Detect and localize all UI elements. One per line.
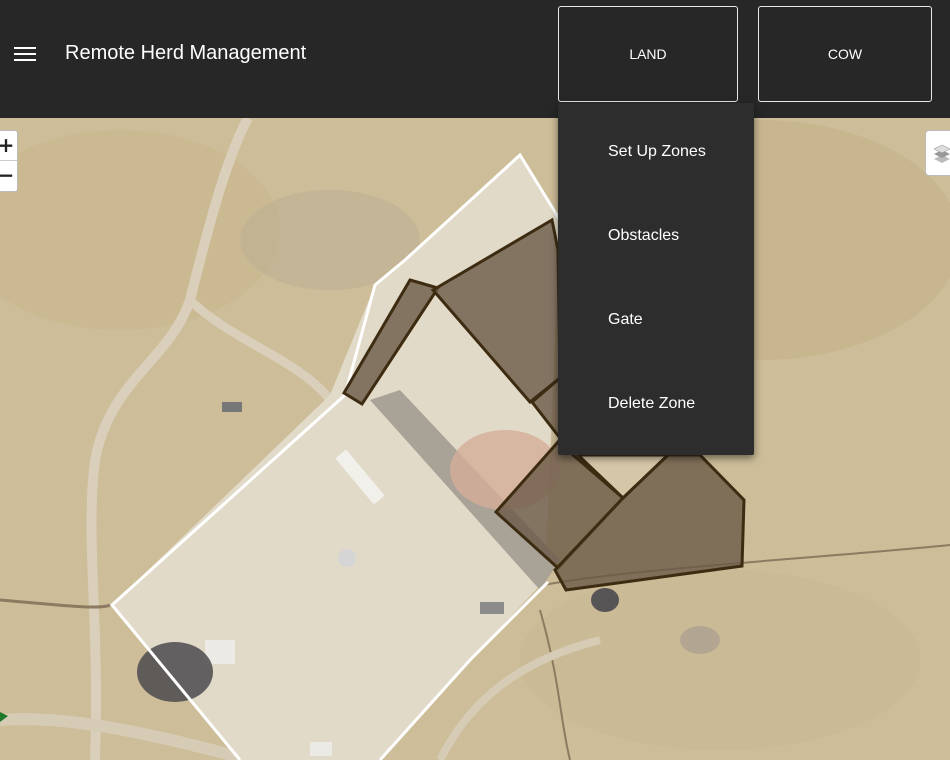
map-canvas[interactable] xyxy=(0,118,950,760)
building xyxy=(222,402,242,412)
zoom-control: + − xyxy=(0,130,18,192)
tree xyxy=(591,588,619,612)
menu-item-set-up-zones[interactable]: Set Up Zones xyxy=(608,143,706,161)
hamburger-menu-icon[interactable] xyxy=(14,44,36,64)
land-button[interactable]: LAND xyxy=(558,6,738,102)
layers-icon xyxy=(933,144,950,163)
water-tank xyxy=(338,549,356,567)
app-title: Remote Herd Management xyxy=(65,42,307,64)
menu-item-gate[interactable]: Gate xyxy=(608,311,643,329)
zoom-out-button[interactable]: − xyxy=(0,161,17,190)
building xyxy=(480,602,504,614)
layers-button[interactable] xyxy=(925,130,950,176)
cow-button[interactable]: COW xyxy=(758,6,932,102)
terrain-patch xyxy=(520,570,920,750)
satellite-map[interactable] xyxy=(0,118,950,760)
menu-item-delete-zone[interactable]: Delete Zone xyxy=(608,395,695,413)
building xyxy=(310,742,332,756)
app-header: Remote Herd Management LAND COW xyxy=(0,0,950,118)
zoom-in-button[interactable]: + xyxy=(0,131,17,160)
menu-item-obstacles[interactable]: Obstacles xyxy=(608,227,679,245)
shadow xyxy=(680,626,720,654)
land-dropdown-menu: Set Up Zones Obstacles Gate Delete Zone xyxy=(558,103,754,455)
